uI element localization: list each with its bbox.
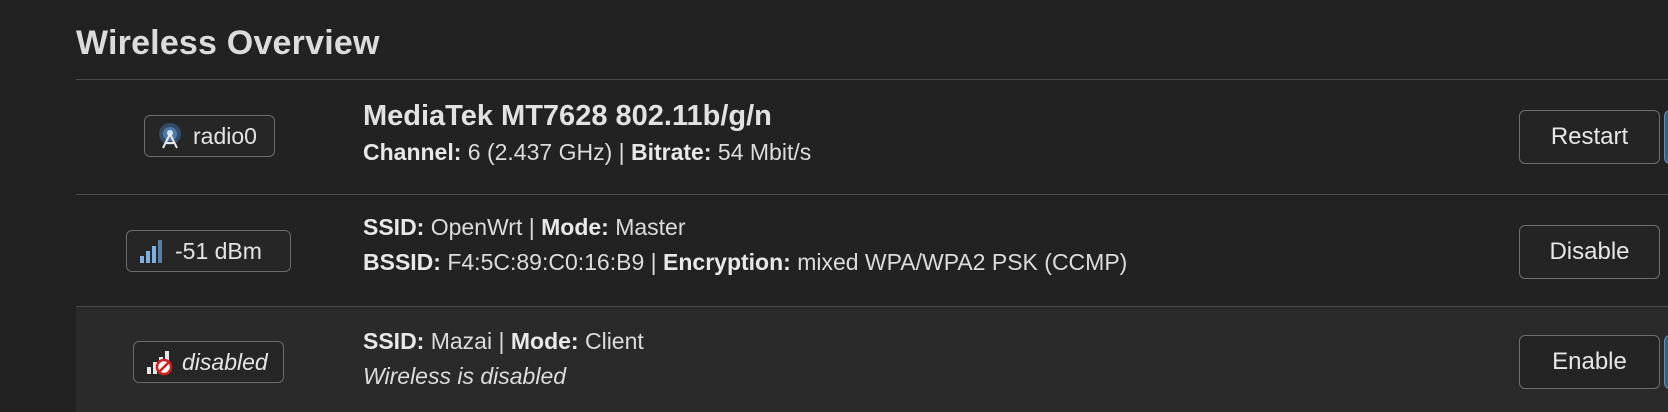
next-button-edge[interactable] bbox=[1664, 335, 1668, 389]
mode-key: Mode: bbox=[541, 214, 609, 240]
radio-details: Channel: 6 (2.437 GHz) | Bitrate: 54 Mbi… bbox=[363, 135, 811, 170]
enable-button[interactable]: Enable bbox=[1519, 335, 1660, 389]
ssid-key: SSID: bbox=[363, 328, 425, 354]
bitrate-value: 54 Mbit/s bbox=[717, 139, 812, 165]
mode-value: Master bbox=[615, 214, 686, 240]
encryption-value: mixed WPA/WPA2 PSK (CCMP) bbox=[797, 249, 1128, 275]
ssid-line: SSID: Mazai | Mode: Client bbox=[363, 324, 644, 359]
network-row-openwrt: -51 dBm SSID: OpenWrt | Mode: Master BSS… bbox=[76, 194, 1668, 306]
device-name: MediaTek MT7628 802.11b/g/n bbox=[363, 100, 772, 132]
bitrate-key: Bitrate: bbox=[631, 139, 712, 165]
radio-badge-label: radio0 bbox=[193, 122, 257, 149]
mode-key: Mode: bbox=[510, 328, 579, 354]
status-text: Wireless is disabled bbox=[363, 363, 567, 389]
radio-row: radio0 MediaTek MT7628 802.11b/g/n Chann… bbox=[76, 79, 1668, 194]
disabled-label: disabled bbox=[182, 348, 268, 375]
network-info-mazai: SSID: Mazai | Mode: Client Wireless is d… bbox=[363, 324, 644, 394]
channel-value: 6 (2.437 GHz) bbox=[467, 139, 613, 165]
network-info-openwrt: SSID: OpenWrt | Mode: Master BSSID: F4:5… bbox=[363, 210, 1127, 280]
wireless-table: radio0 MediaTek MT7628 802.11b/g/n Chann… bbox=[76, 79, 1668, 412]
mode-value: Client bbox=[584, 328, 644, 354]
separator: | bbox=[618, 139, 625, 165]
next-button-edge[interactable] bbox=[1664, 110, 1668, 164]
section-title: Wireless Overview bbox=[76, 24, 380, 62]
signal-disabled-icon bbox=[144, 347, 174, 377]
signal-label: -51 dBm bbox=[175, 237, 262, 264]
radio-antenna-icon bbox=[155, 121, 185, 151]
network-row-mazai: disabled SSID: Mazai | Mode: Client Wire… bbox=[76, 306, 1668, 412]
encryption-key: Encryption: bbox=[663, 249, 791, 275]
ssid-line: SSID: OpenWrt | Mode: Master bbox=[363, 210, 1127, 245]
ssid-key: SSID: bbox=[363, 214, 425, 240]
channel-key: Channel: bbox=[363, 139, 462, 165]
disabled-badge: disabled bbox=[133, 341, 284, 383]
separator: | bbox=[528, 214, 535, 240]
wireless-overview-page: Wireless Overview radio0 MediaTek MT7628… bbox=[0, 0, 1668, 412]
signal-badge: -51 dBm bbox=[126, 230, 291, 272]
signal-strength-icon bbox=[137, 236, 167, 266]
disable-button[interactable]: Disable bbox=[1519, 225, 1660, 279]
bssid-value: F4:5C:89:C0:16:B9 bbox=[447, 249, 645, 275]
radio-info: MediaTek MT7628 802.11b/g/n Channel: 6 (… bbox=[363, 97, 811, 170]
separator: | bbox=[650, 249, 657, 275]
separator: | bbox=[498, 328, 505, 354]
radio-badge: radio0 bbox=[144, 115, 275, 157]
restart-button[interactable]: Restart bbox=[1519, 110, 1660, 164]
ssid-value: Mazai bbox=[430, 328, 493, 354]
bssid-key: BSSID: bbox=[363, 249, 441, 275]
ssid-value: OpenWrt bbox=[430, 214, 523, 240]
bssid-line: BSSID: F4:5C:89:C0:16:B9 | Encryption: m… bbox=[363, 245, 1127, 280]
